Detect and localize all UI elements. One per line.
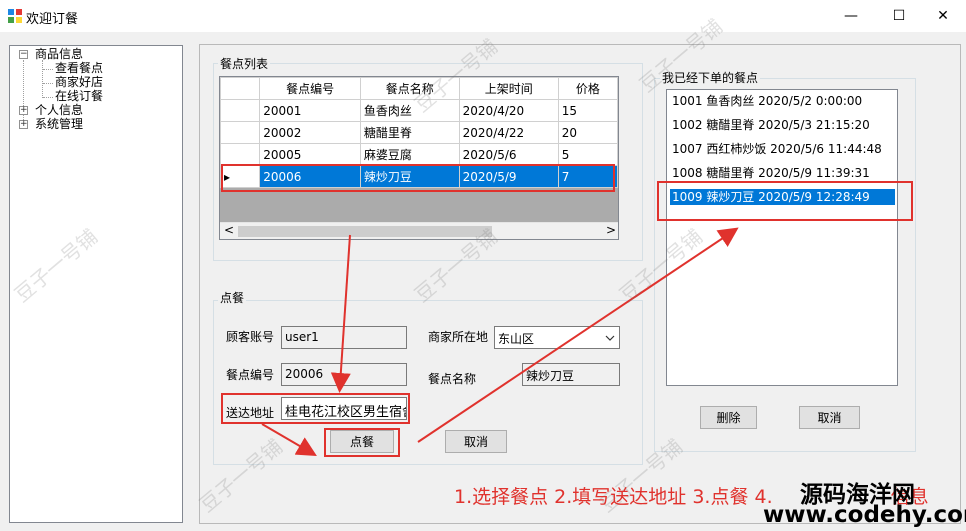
annotation-arrows xyxy=(261,227,739,457)
arrow-to-order-button xyxy=(261,423,317,457)
brand-url: www.codehy.com xyxy=(763,502,966,528)
arrow-to-new-order xyxy=(417,227,739,443)
arrow-to-dish-id xyxy=(330,234,351,393)
steps-caption-text: 1.选择餐点 2.填写送达地址 3.点餐 4. xyxy=(454,486,773,508)
